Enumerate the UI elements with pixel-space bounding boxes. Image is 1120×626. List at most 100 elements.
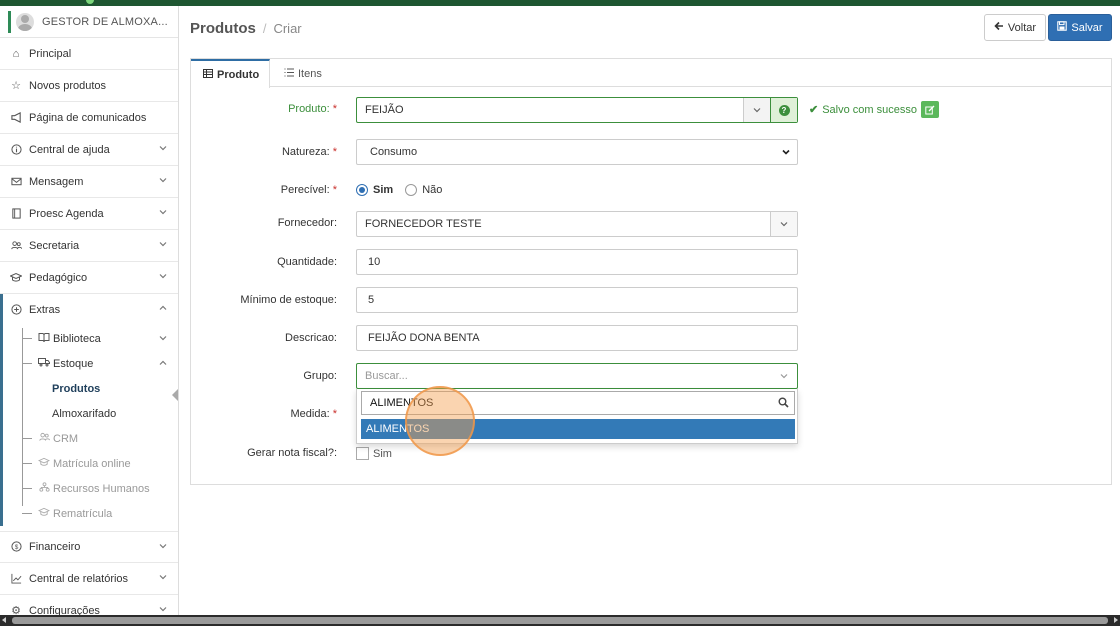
chevron-down-icon — [158, 175, 168, 188]
chevron-down-icon[interactable] — [770, 212, 797, 236]
tab-label: Itens — [298, 67, 322, 80]
descricao-value: FEIJÃO DONA BENTA — [368, 332, 480, 344]
sidebar-item-agenda[interactable]: Proesc Agenda — [0, 198, 178, 230]
sidebar-item-central-ajuda[interactable]: Central de ajuda — [0, 134, 178, 166]
sidebar-sub-label: Biblioteca — [53, 332, 101, 345]
sidebar-item-financeiro[interactable]: $ Financeiro — [0, 531, 178, 563]
sidebar-sub-biblioteca[interactable]: Biblioteca — [3, 326, 178, 351]
natureza-value: Consumo — [370, 146, 418, 158]
check-icon: ✔ — [809, 104, 819, 116]
horizontal-scrollbar[interactable] — [0, 615, 1120, 626]
breadcrumb-current: Criar — [273, 20, 302, 36]
scroll-left-icon[interactable] — [2, 617, 6, 623]
grupo-search-value: ALIMENTOS — [370, 397, 434, 409]
sidebar-item-label: Financeiro — [29, 541, 81, 553]
tab-itens[interactable]: Itens — [272, 59, 334, 88]
produto-label: Produto: * — [288, 103, 337, 115]
descricao-input[interactable]: FEIJÃO DONA BENTA — [356, 325, 798, 351]
sidebar-item-configuracoes[interactable]: ⚙ Configurações — [0, 595, 178, 615]
sidebar-item-extras[interactable]: Extras — [3, 294, 178, 326]
sidebar: GESTOR DE ALMOXA... ⌂ Principal ☆ Novos … — [0, 6, 179, 615]
sidebar-sub-estoque[interactable]: Estoque — [3, 351, 178, 376]
sidebar-item-novos-produtos[interactable]: ☆ Novos produtos — [0, 70, 178, 102]
perecivel-label-text: Perecível: — [280, 184, 330, 196]
saved-text: Salvo com sucesso — [822, 103, 917, 116]
sidebar-leaf-produtos[interactable]: Produtos — [3, 376, 178, 401]
quantidade-label: Quantidade: — [277, 256, 337, 268]
produto-label-text: Produto: — [288, 103, 330, 115]
natureza-label: Natureza: * — [282, 146, 337, 158]
gear-icon: ⚙ — [11, 604, 21, 616]
sidebar-sub-label: Matrícula online — [53, 457, 131, 470]
star-icon: ☆ — [11, 79, 21, 92]
sidebar-item-mensagem[interactable]: Mensagem — [0, 166, 178, 198]
chevron-down-icon — [158, 143, 168, 156]
grupo-dropdown: ALIMENTOS ALIMENTOS — [356, 389, 798, 444]
arrow-left-icon — [994, 21, 1004, 34]
chart-icon — [10, 573, 22, 585]
users-icon — [38, 432, 50, 445]
sidebar-item-comunicados[interactable]: Página de comunicados — [0, 102, 178, 134]
tree-branch — [22, 363, 32, 364]
tab-produto[interactable]: Produto — [191, 59, 270, 88]
perecivel-label: Perecível: * — [281, 184, 337, 196]
chevron-down-icon[interactable] — [743, 98, 770, 122]
sidebar-sub-rh[interactable]: Recursos Humanos — [3, 476, 178, 501]
sidebar-item-pedagogico[interactable]: Pedagógico — [0, 262, 178, 294]
edit-icon[interactable] — [920, 101, 939, 118]
perecivel-sim-label[interactable]: Sim — [373, 184, 393, 196]
sidebar-collapse-handle[interactable] — [172, 389, 178, 401]
perecivel-nao-label[interactable]: Não — [422, 184, 442, 196]
perecivel-nao-radio[interactable] — [405, 184, 418, 196]
minimo-input[interactable]: 5 — [356, 287, 798, 313]
sidebar-item-principal[interactable]: ⌂ Principal — [0, 38, 178, 70]
back-button[interactable]: Voltar — [984, 14, 1046, 41]
fornecedor-label: Fornecedor: — [277, 217, 337, 229]
chevron-up-icon — [158, 303, 168, 316]
perecivel-sim-radio[interactable] — [356, 184, 368, 196]
minimo-value: 5 — [368, 294, 375, 306]
sidebar-sub-label: Estoque — [53, 357, 94, 370]
scrollbar-thumb[interactable] — [12, 617, 1108, 624]
dollar-icon: $ — [10, 541, 22, 553]
sidebar-item-secretaria[interactable]: Secretaria — [0, 230, 178, 262]
help-button[interactable]: ? — [770, 98, 797, 122]
required-mark: * — [332, 146, 337, 158]
search-icon — [778, 397, 789, 411]
scroll-right-icon[interactable] — [1114, 617, 1118, 623]
natureza-select[interactable]: Consumo — [356, 139, 798, 165]
sidebar-item-label: Mensagem — [29, 175, 84, 188]
tree-branch — [22, 438, 32, 439]
sidebar-sub-crm[interactable]: CRM — [3, 426, 178, 451]
grupo-label: Grupo: — [303, 370, 337, 382]
sidebar-leaf-almoxarifado[interactable]: Almoxarifado — [3, 401, 178, 426]
grupo-search-input[interactable]: ALIMENTOS — [361, 391, 795, 415]
sidebar-item-label: Extras — [29, 304, 61, 316]
nota-checkbox[interactable] — [356, 447, 369, 460]
sidebar-sub-rematricula[interactable]: Rematrícula — [3, 501, 178, 526]
sidebar-sub-label: Recursos Humanos — [53, 482, 150, 495]
sidebar-item-relatorios[interactable]: Central de relatórios — [0, 563, 178, 595]
saved-status: ✔ Salvo com sucesso — [809, 101, 939, 118]
sidebar-sub-matricula[interactable]: Matrícula online — [3, 451, 178, 476]
question-icon: ? — [778, 104, 790, 116]
sidebar-group-extras: Extras Biblioteca Estoque Produtos Almox… — [0, 294, 178, 526]
page-title[interactable]: Produtos — [190, 20, 256, 37]
table-icon — [203, 68, 213, 81]
grupo-select[interactable]: Buscar... — [356, 363, 798, 389]
required-mark: * — [332, 408, 337, 420]
sidebar-sub-label: CRM — [53, 432, 79, 445]
nota-option-label[interactable]: Sim — [373, 448, 392, 460]
chevron-down-icon — [158, 604, 168, 615]
sidebar-user[interactable]: GESTOR DE ALMOXA... — [0, 6, 178, 38]
megaphone-icon — [10, 111, 22, 124]
natureza-label-text: Natureza: — [281, 146, 330, 158]
sitemap-icon — [38, 482, 50, 495]
quantidade-input[interactable]: 10 — [356, 249, 798, 275]
save-button[interactable]: Salvar — [1048, 14, 1112, 41]
fornecedor-select[interactable]: FORNECEDOR TESTE — [356, 211, 798, 237]
produto-select[interactable]: FEIJÃO ? — [356, 97, 798, 123]
grupo-option[interactable]: ALIMENTOS — [361, 419, 795, 439]
nota-checkbox-group: Sim — [356, 447, 392, 460]
sidebar-item-label: Proesc Agenda — [29, 207, 104, 220]
